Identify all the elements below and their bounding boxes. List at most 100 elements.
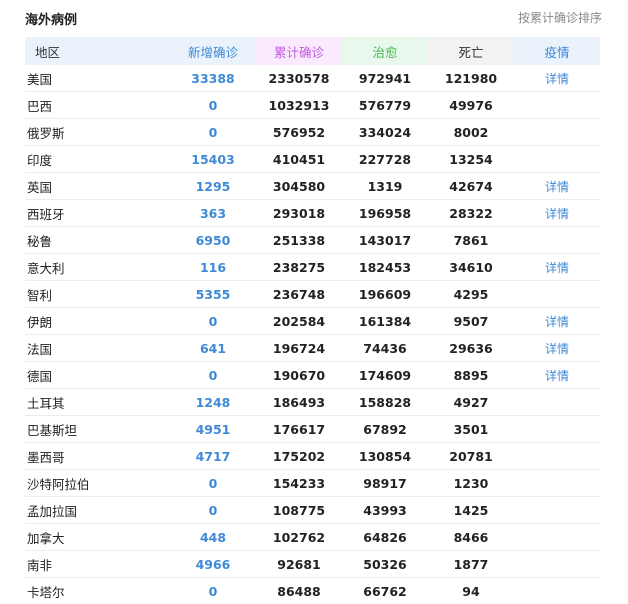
cell-cured: 158828 (342, 389, 428, 416)
cell-total-confirmed: 176617 (256, 416, 342, 443)
cell-cured: 67892 (342, 416, 428, 443)
cell-region: 卡塔尔 (25, 578, 170, 604)
table-row: 伊朗02025841613849507详情 (25, 308, 600, 335)
cell-region: 印度 (25, 146, 170, 173)
table-header-row: 地区 新增确诊 累计确诊 治愈 死亡 疫情 (25, 37, 600, 65)
cell-total-confirmed: 190670 (256, 362, 342, 389)
cell-region: 巴西 (25, 92, 170, 119)
cell-region: 智利 (25, 281, 170, 308)
cell-region: 沙特阿拉伯 (25, 470, 170, 497)
cell-deaths: 94 (428, 578, 514, 604)
cell-total-confirmed: 86488 (256, 578, 342, 604)
cell-detail: 详情 (514, 200, 600, 227)
cell-cured: 74436 (342, 335, 428, 362)
cell-deaths: 13254 (428, 146, 514, 173)
detail-link[interactable]: 详情 (545, 369, 569, 383)
cell-detail: 详情 (514, 308, 600, 335)
cell-total-confirmed: 236748 (256, 281, 342, 308)
cell-deaths: 1877 (428, 551, 514, 578)
cell-cured: 64826 (342, 524, 428, 551)
detail-link[interactable]: 详情 (545, 342, 569, 356)
cell-region: 伊朗 (25, 308, 170, 335)
cell-deaths: 20781 (428, 443, 514, 470)
cell-detail (514, 443, 600, 470)
cell-new-confirmed: 0 (170, 470, 256, 497)
cell-deaths: 8466 (428, 524, 514, 551)
cell-detail: 详情 (514, 254, 600, 281)
table-row: 德国01906701746098895详情 (25, 362, 600, 389)
cell-detail (514, 92, 600, 119)
cell-cured: 161384 (342, 308, 428, 335)
detail-link[interactable]: 详情 (545, 261, 569, 275)
cell-region: 德国 (25, 362, 170, 389)
cell-new-confirmed: 0 (170, 362, 256, 389)
table-body: 美国333882330578972941121980详情巴西0103291357… (25, 65, 600, 604)
table-row: 秘鲁69502513381430177861 (25, 227, 600, 254)
cell-detail: 详情 (514, 362, 600, 389)
detail-link[interactable]: 详情 (545, 207, 569, 221)
cell-new-confirmed: 641 (170, 335, 256, 362)
cell-cured: 196609 (342, 281, 428, 308)
table-row: 巴西0103291357677949976 (25, 92, 600, 119)
cell-total-confirmed: 102762 (256, 524, 342, 551)
table-row: 智利53552367481966094295 (25, 281, 600, 308)
table-row: 土耳其12481864931588284927 (25, 389, 600, 416)
cell-new-confirmed: 363 (170, 200, 256, 227)
cell-new-confirmed: 4966 (170, 551, 256, 578)
cell-deaths: 42674 (428, 173, 514, 200)
table-row: 美国333882330578972941121980详情 (25, 65, 600, 92)
cell-detail: 详情 (514, 65, 600, 92)
cell-cured: 182453 (342, 254, 428, 281)
cell-region: 意大利 (25, 254, 170, 281)
cell-cured: 143017 (342, 227, 428, 254)
cell-total-confirmed: 92681 (256, 551, 342, 578)
column-header-total-confirmed: 累计确诊 (256, 37, 342, 65)
cell-new-confirmed: 116 (170, 254, 256, 281)
cell-region: 西班牙 (25, 200, 170, 227)
cell-detail (514, 524, 600, 551)
detail-link[interactable]: 详情 (545, 72, 569, 86)
cell-deaths: 4927 (428, 389, 514, 416)
table-row: 巴基斯坦4951176617678923501 (25, 416, 600, 443)
cell-cured: 1319 (342, 173, 428, 200)
table-row: 墨西哥471717520213085420781 (25, 443, 600, 470)
cell-new-confirmed: 1248 (170, 389, 256, 416)
cell-region: 美国 (25, 65, 170, 92)
sort-by-total-link[interactable]: 按累计确诊排序 (518, 9, 602, 26)
cell-total-confirmed: 154233 (256, 470, 342, 497)
cell-total-confirmed: 576952 (256, 119, 342, 146)
detail-link[interactable]: 详情 (545, 180, 569, 194)
cell-total-confirmed: 251338 (256, 227, 342, 254)
table-row: 西班牙36329301819695828322详情 (25, 200, 600, 227)
cell-total-confirmed: 186493 (256, 389, 342, 416)
cell-region: 秘鲁 (25, 227, 170, 254)
cell-deaths: 8895 (428, 362, 514, 389)
cell-detail (514, 281, 600, 308)
cell-deaths: 34610 (428, 254, 514, 281)
column-header-cured: 治愈 (342, 37, 428, 65)
cell-total-confirmed: 238275 (256, 254, 342, 281)
cell-total-confirmed: 108775 (256, 497, 342, 524)
cell-deaths: 3501 (428, 416, 514, 443)
table-row: 法国6411967247443629636详情 (25, 335, 600, 362)
cell-cured: 43993 (342, 497, 428, 524)
detail-link[interactable]: 详情 (545, 315, 569, 329)
cell-new-confirmed: 33388 (170, 65, 256, 92)
cell-region: 加拿大 (25, 524, 170, 551)
cell-new-confirmed: 15403 (170, 146, 256, 173)
overseas-cases-table: 地区 新增确诊 累计确诊 治愈 死亡 疫情 美国3338823305789729… (25, 37, 600, 604)
cell-detail (514, 497, 600, 524)
section-title: 海外病例 (25, 9, 77, 28)
cell-cured: 972941 (342, 65, 428, 92)
cell-deaths: 1230 (428, 470, 514, 497)
table-row: 英国1295304580131942674详情 (25, 173, 600, 200)
cell-cured: 576779 (342, 92, 428, 119)
cell-cured: 334024 (342, 119, 428, 146)
table-row: 孟加拉国0108775439931425 (25, 497, 600, 524)
cell-region: 英国 (25, 173, 170, 200)
table-row: 俄罗斯05769523340248002 (25, 119, 600, 146)
cell-detail (514, 416, 600, 443)
overseas-cases-header: 海外病例 按累计确诊排序 (0, 0, 628, 36)
table-row: 南非496692681503261877 (25, 551, 600, 578)
cell-new-confirmed: 0 (170, 497, 256, 524)
